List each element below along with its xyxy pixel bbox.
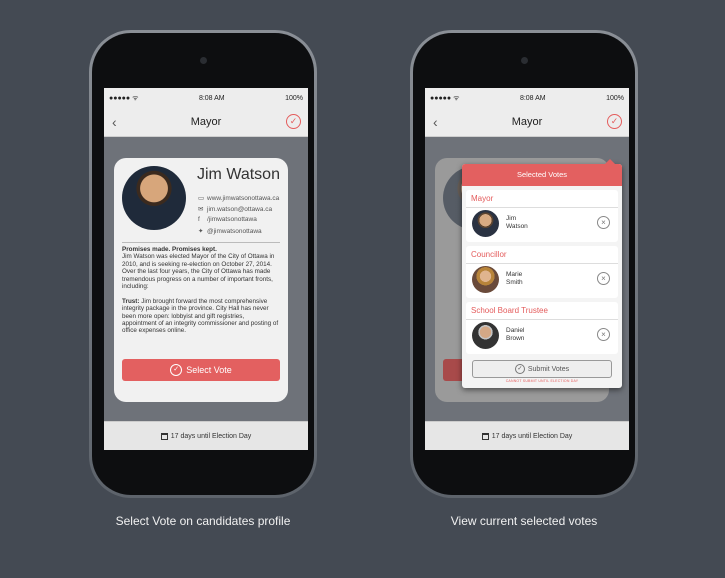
twitter-icon: ✦ — [198, 228, 204, 235]
candidate-avatar — [472, 266, 499, 293]
bio-text: Jim Watson was elected Mayor of the City… — [122, 253, 275, 291]
nav-bar: ‹ Mayor ✓ — [104, 108, 308, 137]
status-bar: ●●●●● ᯤ 8:08 AM 100% — [104, 88, 308, 108]
countdown-text: 17 days until Election Day — [491, 432, 573, 440]
status-time: 8:08 AM — [519, 94, 546, 102]
phone-left: ●●●●● ᯤ 8:08 AM 100% ‹ Mayor ✓ Jim Watso… — [89, 30, 317, 498]
candidate-name: Jim Watson — [506, 215, 528, 230]
selected-votes-icon[interactable]: ✓ — [286, 114, 301, 129]
phone-right: ●●●●● ᯤ 8:08 AM 100% ‹ Mayor ✓ ✓ Select … — [410, 30, 638, 498]
calendar-icon — [160, 432, 168, 440]
section-title: School Board Trustee — [466, 302, 618, 320]
email-link[interactable]: ✉ jim.watson@ottawa.ca — [198, 205, 272, 213]
check-icon: ✓ — [514, 364, 525, 374]
selected-votes-icon[interactable]: ✓ — [607, 114, 622, 129]
camera — [521, 57, 528, 64]
page-title: Mayor — [190, 116, 222, 128]
vote-section: Councillor Marie Smith × — [466, 246, 618, 298]
candidate-bio: Promises made. Promises kept. Jim Watson… — [122, 246, 280, 335]
signal-indicator: ●●●●● ᯤ — [430, 94, 460, 102]
battery-indicator: 100% — [606, 94, 624, 102]
bio-heading: Promises made. Promises kept. — [122, 246, 217, 253]
monitor-icon: ▭ — [198, 195, 205, 202]
trust-text: Jim brought forward the most comprehensi… — [122, 297, 279, 335]
candidate-name: Jim Watson — [197, 166, 280, 183]
screen-profile: ●●●●● ᯤ 8:08 AM 100% ‹ Mayor ✓ Jim Watso… — [104, 88, 308, 450]
remove-vote-icon[interactable]: × — [597, 328, 610, 341]
trust-label: Trust: — [122, 297, 140, 305]
mail-icon: ✉ — [198, 206, 204, 213]
caption-right: View current selected votes — [450, 514, 598, 528]
candidate-avatar — [472, 210, 499, 237]
candidate-name: Daniel Brown — [506, 327, 525, 342]
facebook-text: /jimwatsonottawa — [207, 216, 257, 223]
remove-vote-icon[interactable]: × — [597, 216, 610, 229]
vote-section: Mayor Jim Watson × — [466, 190, 618, 242]
select-vote-label: Select Vote — [186, 365, 232, 375]
submit-votes-button[interactable]: ✓ Submit Votes — [472, 360, 612, 378]
phone-body: ●●●●● ᯤ 8:08 AM 100% ‹ Mayor ✓ Jim Watso… — [92, 33, 314, 495]
phone-body: ●●●●● ᯤ 8:08 AM 100% ‹ Mayor ✓ ✓ Select … — [413, 33, 635, 495]
screen-selected-votes: ●●●●● ᯤ 8:08 AM 100% ‹ Mayor ✓ ✓ Select … — [425, 88, 629, 450]
section-title: Mayor — [466, 190, 618, 208]
countdown-bar: 17 days until Election Day — [104, 421, 308, 450]
email-text: jim.watson@ottawa.ca — [207, 206, 273, 213]
candidate-name: Marie Smith — [506, 271, 523, 286]
countdown-bar: 17 days until Election Day — [425, 421, 629, 450]
nav-bar: ‹ Mayor ✓ — [425, 108, 629, 137]
popover-arrow — [604, 159, 616, 165]
facebook-icon: f — [198, 216, 200, 223]
section-title: Councillor — [466, 246, 618, 264]
status-time: 8:08 AM — [198, 94, 225, 102]
submit-label: Submit Votes — [527, 365, 570, 373]
popover-title: Selected Votes — [462, 164, 622, 186]
signal-indicator: ●●●●● ᯤ — [109, 94, 139, 102]
camera — [200, 57, 207, 64]
page-title: Mayor — [511, 116, 543, 128]
selected-votes-popover: Selected Votes Mayor Jim Watson × Council… — [462, 159, 622, 388]
battery-indicator: 100% — [285, 94, 303, 102]
calendar-icon — [481, 432, 489, 440]
divider — [122, 242, 280, 243]
countdown-text: 17 days until Election Day — [170, 432, 252, 440]
caption-left: Select Vote on candidates profile — [115, 514, 291, 528]
check-icon: ✓ — [170, 364, 183, 376]
remove-vote-icon[interactable]: × — [597, 272, 610, 285]
twitter-link[interactable]: ✦ @jimwatsonottawa — [198, 227, 262, 235]
vote-section: School Board Trustee Daniel Brown × — [466, 302, 618, 354]
facebook-link[interactable]: f/jimwatsonottawa — [198, 216, 257, 223]
status-bar: ●●●●● ᯤ 8:08 AM 100% — [425, 88, 629, 108]
candidate-card: Jim Watson ▭ www.jimwatsonottawa.ca ✉ jim.… — [114, 158, 288, 402]
website-text: www.jimwatsonottawa.ca — [207, 195, 280, 202]
twitter-text: @jimwatsonottawa — [207, 228, 262, 235]
website-link[interactable]: ▭ www.jimwatsonottawa.ca — [198, 194, 279, 202]
candidate-avatar — [122, 166, 186, 230]
submit-note: CANNOT SUBMIT UNTIL ELECTION DAY — [505, 379, 579, 383]
candidate-avatar — [472, 322, 499, 349]
select-vote-button[interactable]: ✓ Select Vote — [122, 359, 280, 381]
